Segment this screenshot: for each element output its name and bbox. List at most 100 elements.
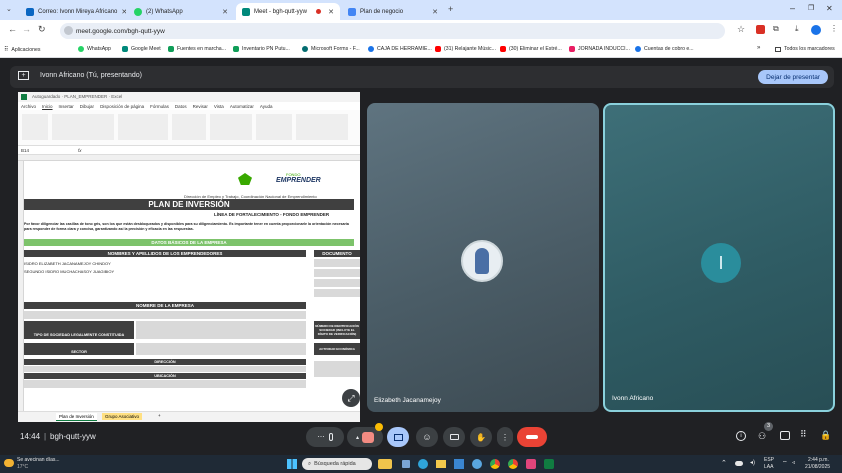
bookmark-apps[interactable]: ⠿ Aplicaciones — [4, 46, 41, 54]
bookmark-cuentas[interactable]: Cuentas de cobro e... — [635, 46, 694, 52]
bookmark-google-meet[interactable]: Google Meet — [122, 46, 161, 52]
menu-archivo[interactable]: Archivo — [21, 104, 36, 109]
more-bookmarks-icon[interactable]: » — [757, 45, 760, 51]
chrome-icon[interactable] — [490, 459, 500, 469]
participant-tile-elizabeth[interactable]: Elizabeth Jacanamejoy — [367, 103, 599, 412]
download-icon[interactable]: ⤓ — [795, 24, 799, 34]
close-tab-icon[interactable]: ✕ — [328, 8, 334, 16]
app-icon-1[interactable] — [378, 459, 392, 469]
tab-email[interactable]: Correo: Ivonn Mireya Africano ✕ — [20, 3, 126, 20]
name-box[interactable]: B14 — [21, 148, 29, 153]
file-explorer-icon[interactable] — [436, 460, 446, 468]
windows-start-icon[interactable] — [287, 459, 297, 469]
weather-text[interactable]: Se avecinan días... — [17, 457, 60, 463]
tray-chevron-icon[interactable]: ⌃ — [721, 459, 727, 467]
close-tab-icon[interactable]: ✕ — [121, 8, 126, 16]
language-code[interactable]: ESP — [764, 457, 774, 463]
close-tab-icon[interactable]: ✕ — [432, 8, 438, 16]
sector-cell[interactable] — [136, 343, 306, 355]
company-name-cell[interactable] — [24, 311, 306, 319]
more-options-button[interactable]: ⋮ — [497, 427, 513, 447]
site-info-icon[interactable] — [64, 26, 73, 35]
reactions-button[interactable]: ☺ — [416, 427, 438, 447]
chrome-icon-2[interactable] — [508, 459, 518, 469]
captions-button[interactable] — [443, 427, 465, 447]
weather-icon[interactable] — [4, 459, 14, 467]
document-cell-1[interactable] — [314, 259, 360, 267]
profile-avatar[interactable] — [811, 25, 821, 35]
sheet-tab-plan[interactable]: Plan de Inversión — [56, 413, 97, 421]
sheet-tab-grupo[interactable]: Grupo Asociativo — [102, 413, 143, 420]
menu-ayuda[interactable]: Ayuda — [260, 104, 273, 109]
activities-icon[interactable]: ⠿ — [800, 429, 807, 440]
right-cell[interactable] — [314, 361, 360, 377]
menu-disposicion[interactable]: Disposición de página — [100, 104, 144, 109]
bookmark-inventario[interactable]: Inventario PN Putu... — [233, 46, 290, 52]
store-icon[interactable] — [454, 459, 464, 469]
bookmark-whatsapp[interactable]: WhatsApp — [78, 46, 111, 52]
bookmark-relajante[interactable]: (31) Relajante Músic... — [435, 46, 496, 52]
back-icon[interactable]: ← — [8, 24, 17, 34]
people-icon[interactable]: ⚇ — [758, 431, 766, 442]
raise-hand-button[interactable]: ✋ — [470, 427, 492, 447]
menu-insertar[interactable]: Insertar — [59, 104, 74, 109]
info-icon[interactable]: i — [736, 431, 746, 441]
forward-icon[interactable]: → — [22, 24, 31, 34]
taskbar-search[interactable]: ⌕ Búsqueda rápida — [302, 458, 372, 470]
menu-kebab-icon[interactable]: ⋮ — [830, 24, 838, 33]
excel-taskbar-icon[interactable] — [544, 459, 554, 469]
maximize-icon[interactable]: ❐ — [808, 4, 814, 12]
close-tab-icon[interactable]: ✕ — [222, 8, 228, 16]
address-cell[interactable] — [24, 366, 306, 372]
document-cell-2[interactable] — [314, 269, 360, 277]
document-cell-4[interactable] — [314, 289, 360, 297]
menu-dibujar[interactable]: Dibujar — [80, 104, 94, 109]
tab-whatsapp[interactable]: (2) WhatsApp ✕ — [128, 3, 234, 20]
leave-call-button[interactable] — [517, 427, 547, 447]
clock-time[interactable]: 2:44 p.m. — [808, 457, 829, 463]
tab-search-icon[interactable]: ⌄ — [6, 5, 12, 13]
speaker-icon[interactable]: ◃ — [792, 459, 795, 466]
bookmark-star-icon[interactable]: ☆ — [737, 24, 745, 35]
location-cell[interactable] — [24, 380, 306, 388]
menu-inicio[interactable]: Inicio — [42, 104, 53, 109]
menu-datos[interactable]: Datos — [175, 104, 187, 109]
edge-icon[interactable] — [418, 459, 428, 469]
add-sheet-icon[interactable]: + — [158, 413, 161, 418]
window-close-icon[interactable]: ✕ — [826, 4, 833, 13]
task-view-icon[interactable] — [402, 460, 410, 468]
wifi-icon[interactable]: ⌔ — [782, 459, 788, 467]
volume-icon[interactable]: ◂) — [750, 459, 755, 466]
document-cell-3[interactable] — [314, 279, 360, 287]
bookmark-fuentes[interactable]: Fuentes en marcha... — [168, 46, 226, 52]
entrepreneur-2[interactable]: SEGUNDO ISIDRO MUCHACHASOY JUAGIBIOY — [24, 269, 114, 274]
minimize-icon[interactable]: – — [790, 3, 795, 13]
present-button[interactable] — [387, 427, 409, 447]
address-bar[interactable]: meet.google.com/bgh-qutt-yyw — [60, 23, 725, 39]
menu-revisar[interactable]: Revisar — [193, 104, 208, 109]
society-type-cell[interactable] — [136, 321, 306, 339]
share-expand-icon[interactable]: ⤢ — [342, 389, 360, 407]
audio-settings-button[interactable]: ⋯ — [306, 427, 344, 447]
app-icon-2[interactable] — [472, 459, 482, 469]
new-tab-icon[interactable]: + — [448, 4, 453, 14]
bookmark-caja[interactable]: CAJA DE HERRAMIE... — [368, 46, 432, 52]
bookmark-forms[interactable]: Microsoft Forms - F... — [302, 46, 360, 52]
host-controls-icon[interactable]: 🔒 — [820, 430, 831, 441]
tab-plan-negocio[interactable]: Plan de negocio ✕ — [342, 3, 444, 20]
bookmark-eliminar[interactable]: (30) Eliminar el Estré... — [500, 46, 562, 52]
tab-meet[interactable]: Meet - bgh-qutt-yyw ✕ — [236, 3, 340, 20]
menu-vista[interactable]: Vista — [214, 104, 224, 109]
app-icon-3[interactable] — [526, 459, 536, 469]
stop-presenting-button[interactable]: Dejar de presentar — [758, 70, 828, 84]
chat-icon[interactable] — [780, 431, 790, 440]
menu-formulas[interactable]: Fórmulas — [150, 104, 169, 109]
extension-icon[interactable] — [756, 25, 765, 34]
bookmark-all[interactable]: Todos los marcadores — [775, 46, 835, 52]
entrepreneur-1[interactable]: ISIDRO ELIZABETH JACANAMEJOY CHINDOY — [24, 261, 111, 266]
cloud-icon[interactable] — [735, 461, 743, 466]
puzzle-icon[interactable]: ⧉ — [773, 24, 779, 34]
participant-tile-ivonn[interactable]: I Ivonn Africano — [603, 103, 835, 412]
menu-automatizar[interactable]: Automatizar — [230, 104, 254, 109]
bookmark-jornada[interactable]: JORNADA INDUCCI... — [569, 46, 630, 52]
